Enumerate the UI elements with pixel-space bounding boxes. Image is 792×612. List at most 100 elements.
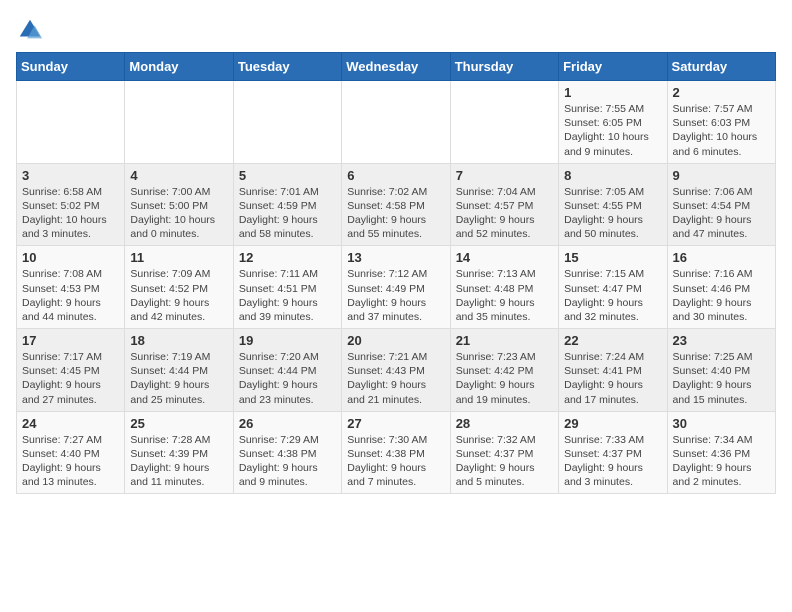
day-info: Sunrise: 7:15 AM Sunset: 4:47 PM Dayligh…	[564, 267, 661, 324]
day-cell: 24 Sunrise: 7:27 AM Sunset: 4:40 PM Dayli…	[17, 411, 125, 494]
day-number: 4	[130, 168, 227, 183]
day-number: 26	[239, 416, 336, 431]
day-info: Sunrise: 7:32 AM Sunset: 4:37 PM Dayligh…	[456, 433, 553, 490]
day-cell: 12 Sunrise: 7:11 AM Sunset: 4:51 PM Dayli…	[233, 246, 341, 329]
page-header	[16, 16, 776, 44]
col-header-wednesday: Wednesday	[342, 53, 450, 81]
day-number: 29	[564, 416, 661, 431]
col-header-friday: Friday	[559, 53, 667, 81]
day-info: Sunrise: 7:24 AM Sunset: 4:41 PM Dayligh…	[564, 350, 661, 407]
day-cell: 30 Sunrise: 7:34 AM Sunset: 4:36 PM Dayli…	[667, 411, 775, 494]
col-header-tuesday: Tuesday	[233, 53, 341, 81]
day-info: Sunrise: 7:06 AM Sunset: 4:54 PM Dayligh…	[673, 185, 770, 242]
day-cell: 25 Sunrise: 7:28 AM Sunset: 4:39 PM Dayli…	[125, 411, 233, 494]
day-cell: 16Sunrise: 7:16 AM Sunset: 4:46 PM Dayli…	[667, 246, 775, 329]
day-info: Sunrise: 7:55 AM Sunset: 6:05 PM Dayligh…	[564, 102, 661, 159]
day-info: Sunrise: 7:17 AM Sunset: 4:45 PM Dayligh…	[22, 350, 119, 407]
week-row-3: 10Sunrise: 7:08 AM Sunset: 4:53 PM Dayli…	[17, 246, 776, 329]
day-number: 25	[130, 416, 227, 431]
day-number: 16	[673, 250, 770, 265]
day-info: Sunrise: 7:09 AM Sunset: 4:52 PM Dayligh…	[130, 267, 227, 324]
day-cell: 15Sunrise: 7:15 AM Sunset: 4:47 PM Dayli…	[559, 246, 667, 329]
col-header-saturday: Saturday	[667, 53, 775, 81]
week-row-4: 17 Sunrise: 7:17 AM Sunset: 4:45 PM Dayli…	[17, 329, 776, 412]
day-number: 9	[673, 168, 770, 183]
day-info: Sunrise: 6:58 AM Sunset: 5:02 PM Dayligh…	[22, 185, 119, 242]
day-info: Sunrise: 7:00 AM Sunset: 5:00 PM Dayligh…	[130, 185, 227, 242]
day-cell: 10Sunrise: 7:08 AM Sunset: 4:53 PM Dayli…	[17, 246, 125, 329]
logo-icon	[16, 16, 44, 44]
day-cell: 11 Sunrise: 7:09 AM Sunset: 4:52 PM Dayli…	[125, 246, 233, 329]
day-info: Sunrise: 7:13 AM Sunset: 4:48 PM Dayligh…	[456, 267, 553, 324]
day-cell: 18Sunrise: 7:19 AM Sunset: 4:44 PM Dayli…	[125, 329, 233, 412]
day-number: 23	[673, 333, 770, 348]
day-info: Sunrise: 7:28 AM Sunset: 4:39 PM Dayligh…	[130, 433, 227, 490]
day-cell	[17, 81, 125, 164]
day-number: 11	[130, 250, 227, 265]
day-info: Sunrise: 7:30 AM Sunset: 4:38 PM Dayligh…	[347, 433, 444, 490]
day-number: 24	[22, 416, 119, 431]
day-cell: 19Sunrise: 7:20 AM Sunset: 4:44 PM Dayli…	[233, 329, 341, 412]
day-cell: 22 Sunrise: 7:24 AM Sunset: 4:41 PM Dayli…	[559, 329, 667, 412]
day-number: 3	[22, 168, 119, 183]
day-number: 12	[239, 250, 336, 265]
day-info: Sunrise: 7:02 AM Sunset: 4:58 PM Dayligh…	[347, 185, 444, 242]
day-info: Sunrise: 7:20 AM Sunset: 4:44 PM Dayligh…	[239, 350, 336, 407]
week-row-2: 3 Sunrise: 6:58 AM Sunset: 5:02 PM Daylig…	[17, 163, 776, 246]
day-cell: 29 Sunrise: 7:33 AM Sunset: 4:37 PM Dayli…	[559, 411, 667, 494]
day-number: 22	[564, 333, 661, 348]
day-number: 7	[456, 168, 553, 183]
day-info: Sunrise: 7:04 AM Sunset: 4:57 PM Dayligh…	[456, 185, 553, 242]
day-cell	[342, 81, 450, 164]
day-info: Sunrise: 7:08 AM Sunset: 4:53 PM Dayligh…	[22, 267, 119, 324]
day-cell: 9 Sunrise: 7:06 AM Sunset: 4:54 PM Daylig…	[667, 163, 775, 246]
day-number: 20	[347, 333, 444, 348]
day-cell: 8 Sunrise: 7:05 AM Sunset: 4:55 PM Daylig…	[559, 163, 667, 246]
week-row-5: 24 Sunrise: 7:27 AM Sunset: 4:40 PM Dayli…	[17, 411, 776, 494]
day-number: 30	[673, 416, 770, 431]
week-row-1: 1 Sunrise: 7:55 AM Sunset: 6:05 PM Daylig…	[17, 81, 776, 164]
logo	[16, 16, 48, 44]
day-number: 5	[239, 168, 336, 183]
day-info: Sunrise: 7:12 AM Sunset: 4:49 PM Dayligh…	[347, 267, 444, 324]
day-cell: 6 Sunrise: 7:02 AM Sunset: 4:58 PM Daylig…	[342, 163, 450, 246]
day-cell: 26 Sunrise: 7:29 AM Sunset: 4:38 PM Dayli…	[233, 411, 341, 494]
day-cell	[125, 81, 233, 164]
col-header-monday: Monday	[125, 53, 233, 81]
day-info: Sunrise: 7:27 AM Sunset: 4:40 PM Dayligh…	[22, 433, 119, 490]
day-number: 8	[564, 168, 661, 183]
day-info: Sunrise: 7:11 AM Sunset: 4:51 PM Dayligh…	[239, 267, 336, 324]
day-number: 13	[347, 250, 444, 265]
day-cell: 4 Sunrise: 7:00 AM Sunset: 5:00 PM Daylig…	[125, 163, 233, 246]
day-cell: 21Sunrise: 7:23 AM Sunset: 4:42 PM Dayli…	[450, 329, 558, 412]
day-cell	[450, 81, 558, 164]
day-info: Sunrise: 7:29 AM Sunset: 4:38 PM Dayligh…	[239, 433, 336, 490]
day-number: 28	[456, 416, 553, 431]
col-header-thursday: Thursday	[450, 53, 558, 81]
day-number: 17	[22, 333, 119, 348]
day-cell: 28 Sunrise: 7:32 AM Sunset: 4:37 PM Dayli…	[450, 411, 558, 494]
day-cell: 23 Sunrise: 7:25 AM Sunset: 4:40 PM Dayli…	[667, 329, 775, 412]
day-cell: 17 Sunrise: 7:17 AM Sunset: 4:45 PM Dayli…	[17, 329, 125, 412]
day-cell: 5 Sunrise: 7:01 AM Sunset: 4:59 PM Daylig…	[233, 163, 341, 246]
day-info: Sunrise: 7:21 AM Sunset: 4:43 PM Dayligh…	[347, 350, 444, 407]
calendar-header-row: SundayMondayTuesdayWednesdayThursdayFrid…	[17, 53, 776, 81]
day-cell: 1 Sunrise: 7:55 AM Sunset: 6:05 PM Daylig…	[559, 81, 667, 164]
day-cell: 13 Sunrise: 7:12 AM Sunset: 4:49 PM Dayli…	[342, 246, 450, 329]
day-cell: 14Sunrise: 7:13 AM Sunset: 4:48 PM Dayli…	[450, 246, 558, 329]
day-number: 1	[564, 85, 661, 100]
calendar: SundayMondayTuesdayWednesdayThursdayFrid…	[16, 52, 776, 494]
day-cell: 20 Sunrise: 7:21 AM Sunset: 4:43 PM Dayli…	[342, 329, 450, 412]
day-info: Sunrise: 7:05 AM Sunset: 4:55 PM Dayligh…	[564, 185, 661, 242]
day-info: Sunrise: 7:33 AM Sunset: 4:37 PM Dayligh…	[564, 433, 661, 490]
day-info: Sunrise: 7:57 AM Sunset: 6:03 PM Dayligh…	[673, 102, 770, 159]
day-number: 6	[347, 168, 444, 183]
day-info: Sunrise: 7:25 AM Sunset: 4:40 PM Dayligh…	[673, 350, 770, 407]
day-info: Sunrise: 7:34 AM Sunset: 4:36 PM Dayligh…	[673, 433, 770, 490]
day-cell: 27 Sunrise: 7:30 AM Sunset: 4:38 PM Dayli…	[342, 411, 450, 494]
day-info: Sunrise: 7:23 AM Sunset: 4:42 PM Dayligh…	[456, 350, 553, 407]
day-cell: 3 Sunrise: 6:58 AM Sunset: 5:02 PM Daylig…	[17, 163, 125, 246]
day-number: 27	[347, 416, 444, 431]
day-info: Sunrise: 7:01 AM Sunset: 4:59 PM Dayligh…	[239, 185, 336, 242]
day-cell	[233, 81, 341, 164]
